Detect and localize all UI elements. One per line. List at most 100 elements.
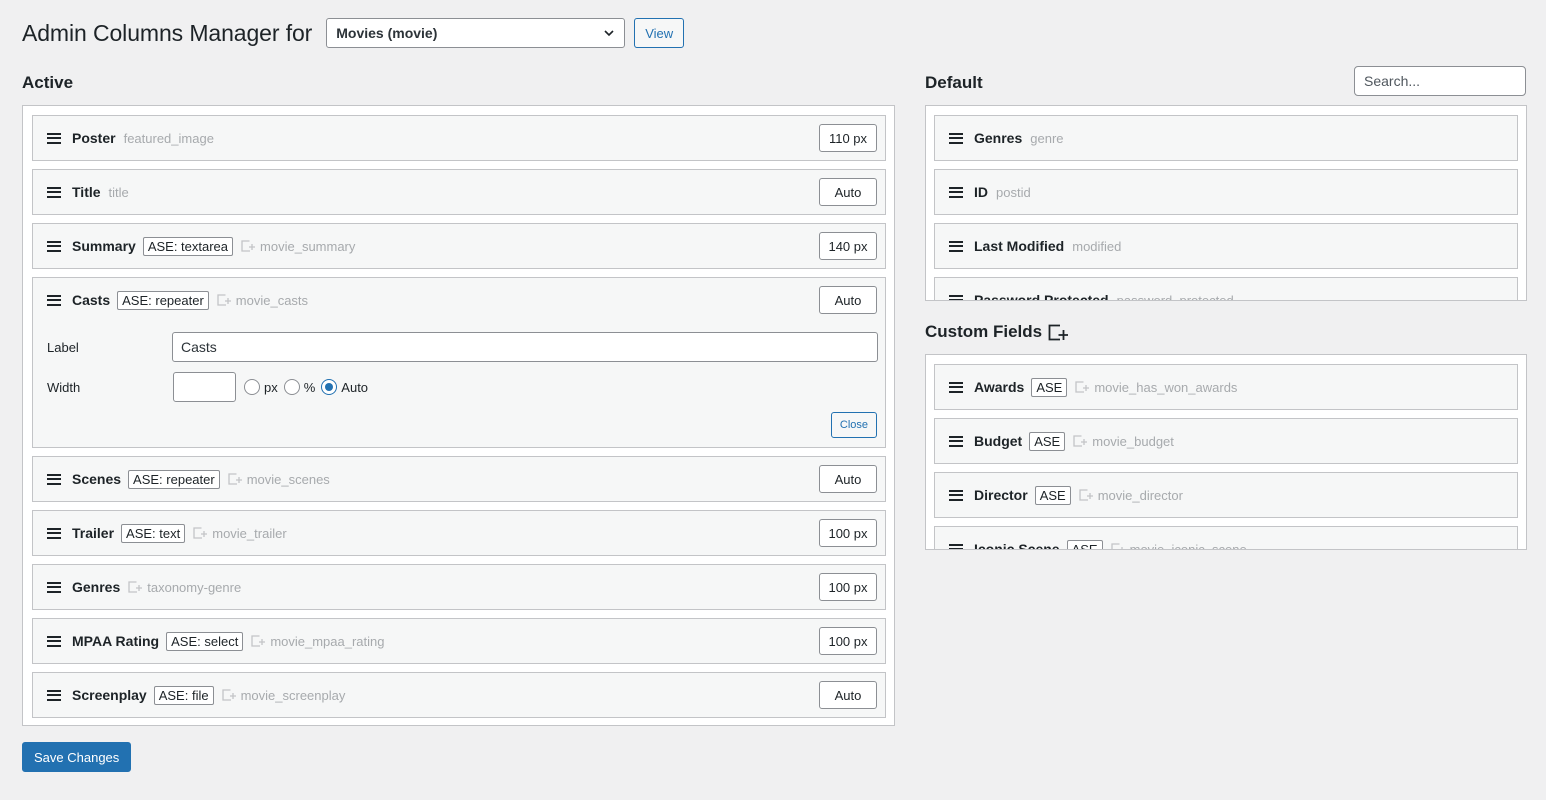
custom-field-icon [1075,381,1090,393]
custom-field-iconic-scene[interactable]: Iconic Scene ASE movie_iconic_scene [934,526,1518,550]
drag-handle-icon[interactable] [47,689,61,701]
default-column-id[interactable]: ID postid [934,169,1518,215]
field-type-badge: ASE: repeater [128,469,220,489]
drag-handle-icon[interactable] [949,294,963,300]
close-settings-button[interactable]: Close [830,412,877,438]
page-title: Admin Columns Manager for [22,19,313,46]
column-width-button[interactable]: Auto [819,681,877,709]
search-input[interactable] [1354,66,1526,96]
radio-label: px [264,379,278,395]
drag-handle-icon[interactable] [47,186,61,198]
column-width-button[interactable]: 110 px [819,124,877,152]
column-label: Poster [72,130,116,146]
drag-handle-icon[interactable] [949,489,963,501]
column-label: MPAA Rating [72,633,160,649]
radio-button[interactable] [244,379,260,395]
drag-handle-icon[interactable] [949,186,963,198]
column-width-button[interactable]: Auto [819,465,877,493]
column-label: Last Modified [974,238,1065,254]
active-column-genres[interactable]: Genres taxonomy-genre 100 px [32,564,886,610]
drag-handle-icon[interactable] [47,132,61,144]
custom-fields-title: Custom Fields [925,322,1069,342]
column-width-button[interactable]: Auto [819,178,877,206]
column-width-button[interactable]: Auto [819,286,877,314]
default-column-password-protected[interactable]: Password Protected password_protected [934,277,1518,301]
field-type-badge: ASE [1034,485,1071,505]
column-type: genre [1030,130,1064,146]
column-width-button[interactable]: 100 px [819,627,877,655]
width-input[interactable] [173,372,236,402]
column-type: modified [1072,238,1122,254]
default-column-genres[interactable]: Genres genre [934,115,1518,161]
drag-handle-icon[interactable] [949,240,963,252]
meta-key: movie_mpaa_rating [270,633,385,649]
default-title: Default [925,73,983,92]
custom-field-icon [193,527,208,539]
label-field-label: Label [47,340,79,355]
drag-handle-icon[interactable] [47,635,61,647]
column-width-button[interactable]: 100 px [819,573,877,601]
label-input[interactable]: Casts [172,332,878,362]
radio-label: % [303,379,316,395]
column-type: postid [996,184,1031,200]
active-column-title[interactable]: Title title Auto [32,169,886,215]
meta-key: movie_iconic_scene [1129,541,1247,550]
post-type-select[interactable]: Movies (movie) [326,18,626,48]
radio-button[interactable] [321,379,338,395]
meta-key: movie_trailer [212,525,287,541]
column-label: Title [72,184,101,200]
view-button[interactable]: View [634,18,685,48]
save-changes-button[interactable]: Save Changes [22,742,132,772]
custom-fields-panel: Awards ASE movie_has_won_awards Budget A… [925,354,1527,550]
active-column-trailer[interactable]: Trailer ASE: text movie_trailer 100 px [32,510,886,556]
active-column-mpaa-rating[interactable]: MPAA Rating ASE: select movie_mpaa_ratin… [32,618,886,664]
column-settings-casts: Label Casts Width px % Auto Close [32,322,886,448]
meta-key: movie_director [1097,487,1183,503]
column-label: Genres [974,130,1023,146]
drag-handle-icon[interactable] [949,132,963,144]
custom-field-director[interactable]: Director ASE movie_director [934,472,1518,518]
active-column-summary[interactable]: Summary ASE: textarea movie_summary 140 … [32,223,886,269]
column-label: Scenes [72,471,122,487]
field-type-badge: ASE: text [121,523,186,543]
meta-key: taxonomy-genre [147,579,242,595]
drag-handle-icon[interactable] [47,473,61,485]
column-label: Genres [72,579,121,595]
active-column-casts[interactable]: Casts ASE: repeater movie_casts Auto [32,277,886,323]
column-label: Screenplay [72,687,147,703]
column-label: Password Protected [974,292,1109,301]
field-type-badge: ASE [1066,539,1103,549]
column-width-button[interactable]: 100 px [819,519,877,547]
unit-radio-percent[interactable]: % [283,379,316,395]
custom-field-icon [217,294,231,306]
drag-handle-icon[interactable] [949,543,963,549]
custom-field-awards[interactable]: Awards ASE movie_has_won_awards [934,364,1518,410]
drag-handle-icon[interactable] [47,527,61,539]
custom-field-icon [1110,543,1123,549]
field-type-badge: ASE: file [153,685,214,705]
add-custom-field-icon[interactable] [1048,324,1069,341]
drag-handle-icon[interactable] [47,294,61,306]
custom-field-icon [128,581,143,593]
unit-radio-auto[interactable]: Auto [321,379,368,395]
unit-radio-px[interactable]: px [244,379,278,395]
column-width-button[interactable]: 140 px [819,232,877,260]
post-type-select-value: Movies (movie) [336,25,438,41]
drag-handle-icon[interactable] [47,581,61,593]
column-label: Casts [72,292,111,308]
active-column-poster[interactable]: Poster featured_image 110 px [32,115,886,161]
radio-button[interactable] [283,379,300,395]
custom-field-icon [251,635,266,647]
default-column-last-modified[interactable]: Last Modified modified [934,223,1518,269]
active-title: Active [22,73,74,92]
active-column-screenplay[interactable]: Screenplay ASE: file movie_screenplay Au… [32,672,886,718]
drag-handle-icon[interactable] [47,240,61,252]
custom-field-icon [221,689,236,701]
drag-handle-icon[interactable] [949,381,963,393]
drag-handle-icon[interactable] [949,435,963,447]
active-column-scenes[interactable]: Scenes ASE: repeater movie_scenes Auto [32,456,886,502]
custom-field-icon [228,473,242,485]
page-header: Admin Columns Manager for Movies (movie)… [22,18,685,48]
field-type-badge: ASE [1029,431,1066,451]
custom-field-budget[interactable]: Budget ASE movie_budget [934,418,1518,464]
